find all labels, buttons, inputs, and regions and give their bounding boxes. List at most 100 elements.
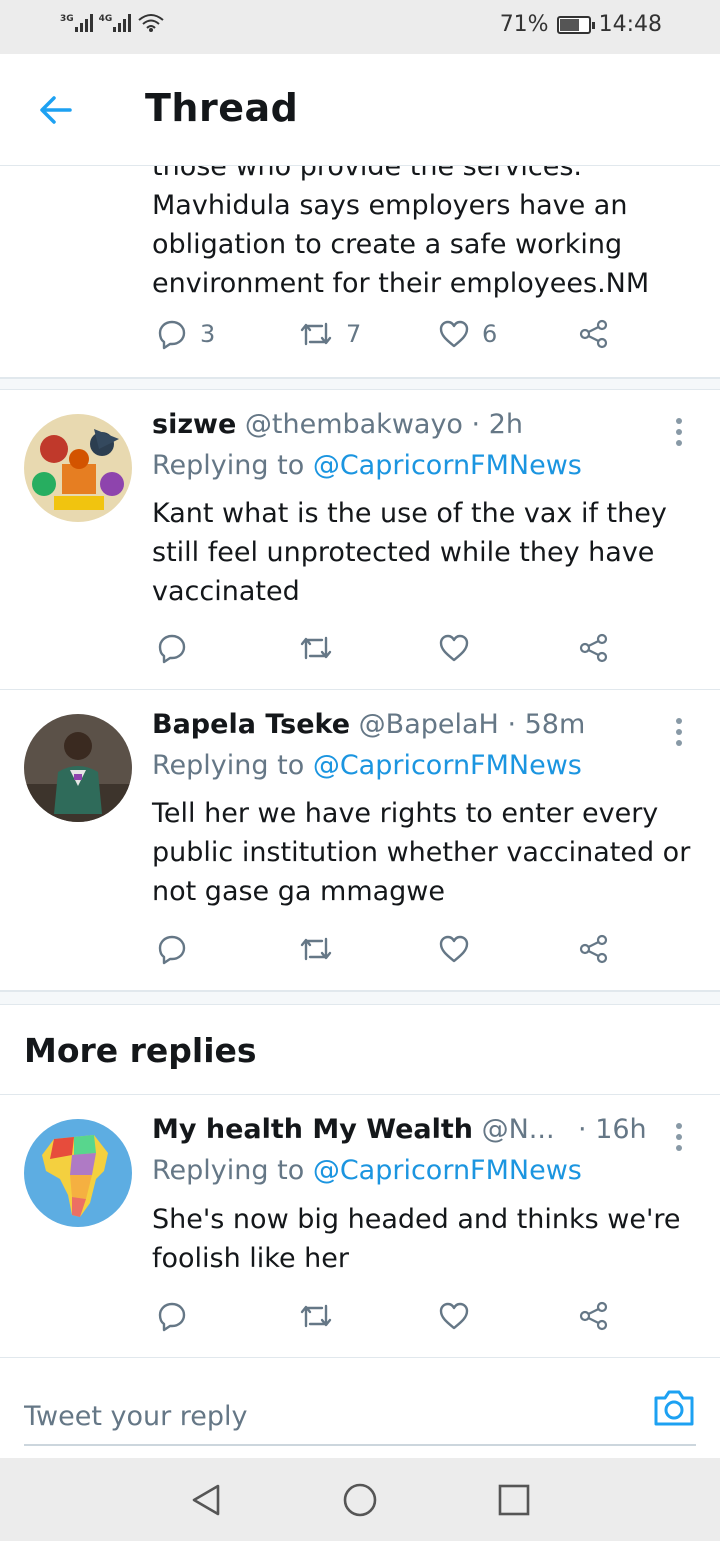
tweet-text-line: those who provide the services.: [152, 166, 583, 182]
status-bar: 3G 4G 71% 14:48: [0, 0, 720, 54]
like-icon: [439, 320, 469, 348]
tweet-text-line: not gase ga mmagwe: [152, 876, 445, 907]
tweet-text-line: environment for their employees.NM: [152, 268, 650, 299]
more-icon[interactable]: [676, 1123, 684, 1151]
back-button[interactable]: [36, 90, 76, 130]
reply-icon: [158, 1302, 186, 1332]
network-indicators: 3G 4G: [60, 12, 165, 32]
replying-to-prefix: Replying to: [152, 750, 305, 781]
share-icon: [579, 319, 608, 349]
user-handle[interactable]: @BapelaH: [359, 709, 499, 740]
tweet-text-line: obligation to create a safe working: [152, 229, 623, 260]
like-button[interactable]: [438, 933, 470, 965]
reply-button[interactable]: [156, 632, 188, 664]
like-count: 6: [482, 320, 498, 348]
cartoon-avatar-image: [24, 414, 132, 522]
tweet-header: My health My Wealth @N...: [152, 1114, 555, 1145]
retweet-count: 7: [346, 320, 362, 348]
retweet-icon: [300, 937, 332, 961]
clock: 14:48: [598, 12, 662, 37]
section-divider: [0, 378, 720, 390]
reply-icon: [158, 634, 186, 664]
reply-count: 3: [200, 320, 216, 348]
nav-back-button[interactable]: [186, 1480, 226, 1520]
display-name[interactable]: Bapela Tseke: [152, 709, 350, 740]
more-icon[interactable]: [676, 418, 684, 446]
share-button[interactable]: [578, 318, 610, 350]
signal-icon: 4G: [99, 14, 132, 32]
more-replies-header: More replies: [0, 1005, 720, 1095]
section-divider: [0, 991, 720, 1005]
tweet-text-line: She's now big headed and thinks we're: [152, 1204, 681, 1235]
tweet-text: Kant what is the use of the vax if they …: [152, 494, 702, 611]
tweet-meta: · 16h: [578, 1114, 647, 1145]
status-right: 71% 14:48: [500, 12, 662, 37]
tweet-text: Tell her we have rights to enter every p…: [152, 794, 702, 911]
app-header: Thread: [0, 54, 720, 166]
tweet-header: Bapela Tseke @BapelaH · 58m: [152, 709, 585, 740]
tweet-text-line: Kant what is the use of the vax if they: [152, 498, 667, 529]
retweet-button[interactable]: [298, 632, 334, 664]
retweet-button[interactable]: [298, 933, 334, 965]
separator: ·: [471, 409, 481, 440]
signal-icon: 3G: [60, 14, 93, 32]
reply-tweet[interactable]: My health My Wealth @N... · 16h Replying…: [0, 1095, 720, 1357]
reply-tweet[interactable]: Bapela Tseke @BapelaH · 58m Replying to …: [0, 690, 720, 991]
retweet-icon: [300, 322, 332, 346]
display-name[interactable]: My health My Wealth: [152, 1114, 473, 1145]
thread-content[interactable]: those who provide the services. Mavhidul…: [0, 166, 720, 1357]
share-icon: [579, 633, 608, 663]
mention-link[interactable]: @CapricornFMNews: [313, 450, 582, 481]
tweet-text-line: Mavhidula says employers have an: [152, 190, 628, 221]
back-arrow-icon: [40, 96, 72, 124]
mention-link[interactable]: @CapricornFMNews: [313, 1155, 582, 1186]
reply-composer: [0, 1357, 720, 1458]
tweet-text: She's now big headed and thinks we're fo…: [152, 1200, 702, 1278]
avatar[interactable]: [24, 714, 132, 822]
like-button[interactable]: [438, 632, 470, 664]
retweet-button[interactable]: [298, 1300, 334, 1332]
mention-link[interactable]: @CapricornFMNews: [313, 750, 582, 781]
user-handle[interactable]: @thembakwayo: [245, 409, 463, 440]
battery-percent: 71%: [499, 12, 549, 37]
reply-button[interactable]: 3: [156, 318, 215, 350]
share-button[interactable]: [578, 632, 610, 664]
like-button[interactable]: [438, 1300, 470, 1332]
camera-icon: [654, 1390, 694, 1426]
more-icon[interactable]: [676, 718, 684, 746]
replying-to: Replying to @CapricornFMNews: [152, 750, 582, 781]
nav-home-button[interactable]: [340, 1480, 380, 1520]
nav-recents-icon: [498, 1484, 530, 1516]
user-handle[interactable]: @N...: [482, 1114, 555, 1145]
reply-icon: [158, 935, 186, 965]
battery-icon: [556, 15, 595, 34]
share-icon: [579, 934, 608, 964]
like-button[interactable]: 6: [438, 318, 497, 350]
reply-button[interactable]: [156, 933, 188, 965]
separator: ·: [578, 1114, 587, 1145]
display-name[interactable]: sizwe: [152, 409, 236, 440]
main-tweet[interactable]: those who provide the services. Mavhidul…: [0, 166, 720, 378]
nav-back-icon: [192, 1484, 220, 1516]
network-type-label: 4G: [98, 14, 113, 24]
section-title: More replies: [24, 1031, 257, 1070]
avatar[interactable]: [24, 1119, 132, 1227]
like-icon: [439, 1302, 469, 1330]
timestamp: 16h: [595, 1114, 647, 1145]
tweet-text-line: vaccinated: [152, 576, 300, 607]
share-button[interactable]: [578, 1300, 610, 1332]
reply-tweet[interactable]: sizwe @thembakwayo · 2h Replying to @Cap…: [0, 390, 720, 690]
avatar[interactable]: [24, 414, 132, 522]
page-title: Thread: [145, 86, 299, 130]
reply-button[interactable]: [156, 1300, 188, 1332]
share-button[interactable]: [578, 933, 610, 965]
camera-button[interactable]: [652, 1388, 696, 1428]
tweet-header: sizwe @thembakwayo · 2h: [152, 409, 523, 440]
like-icon: [439, 634, 469, 662]
reply-input[interactable]: [24, 1388, 696, 1446]
network-type-label: 3G: [60, 14, 74, 24]
profile-photo-image: [24, 714, 132, 822]
nav-recents-button[interactable]: [494, 1480, 534, 1520]
nav-home-icon: [343, 1483, 377, 1517]
retweet-button[interactable]: 7: [298, 318, 361, 350]
